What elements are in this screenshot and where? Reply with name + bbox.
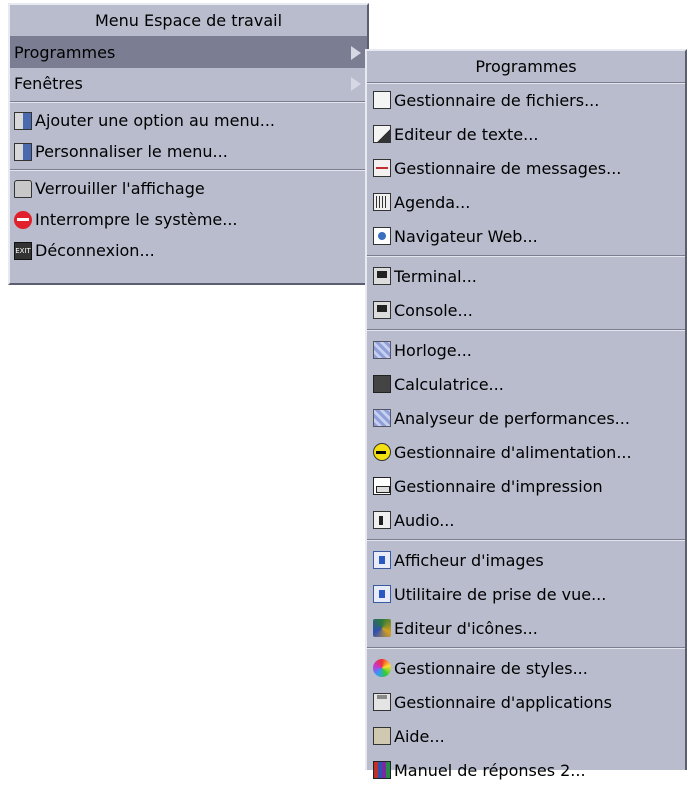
icon-editor-icon	[373, 619, 391, 637]
calendar-icon	[373, 193, 391, 211]
menu-item-clock[interactable]: Horloge...	[367, 333, 685, 367]
web-browser-icon	[373, 227, 391, 245]
menu-item-app-manager[interactable]: Gestionnaire d'applications	[367, 685, 685, 719]
menu-item-label: Audio...	[394, 510, 455, 530]
menu-item-answerbook[interactable]: Manuel de réponses 2...	[367, 753, 685, 787]
menu-item-print[interactable]: Gestionnaire d'impression	[367, 469, 685, 503]
menu-item-audio[interactable]: Audio...	[367, 503, 685, 537]
menu-item-style-manager[interactable]: Gestionnaire de styles...	[367, 651, 685, 685]
workspace-menu: Menu Espace de travail Programmes Fenêtr…	[8, 3, 369, 285]
menu-item-label: Navigateur Web...	[394, 226, 538, 246]
menu-separator	[367, 329, 685, 331]
menu-item-label: Déconnexion...	[35, 241, 155, 260]
printer-icon	[373, 477, 391, 495]
menu-item-performance[interactable]: Analyseur de performances...	[367, 401, 685, 435]
menu-item-power[interactable]: Gestionnaire d'alimentation...	[367, 435, 685, 469]
programmes-submenu-title: Programmes	[367, 51, 685, 83]
menu-item-text-editor[interactable]: Editeur de texte...	[367, 117, 685, 151]
menu-separator	[10, 101, 367, 103]
menu-item-file-manager[interactable]: Gestionnaire de fichiers...	[367, 83, 685, 117]
menu-separator	[10, 169, 367, 171]
style-manager-icon	[373, 659, 391, 677]
help-icon	[373, 727, 391, 745]
cascade-arrow-icon	[351, 76, 361, 91]
menu-item-label: Manuel de réponses 2...	[394, 760, 586, 780]
menu-edit-icon	[14, 111, 32, 130]
menu-item-web-browser[interactable]: Navigateur Web...	[367, 219, 685, 253]
clock-icon	[373, 341, 391, 359]
menu-item-label: Gestionnaire de fichiers...	[394, 90, 600, 110]
menu-item-label: Editeur d'icônes...	[394, 618, 538, 638]
menu-item-ajouter-option[interactable]: Ajouter une option au menu...	[10, 105, 367, 136]
menu-item-interrompre[interactable]: Interrompre le système...	[10, 204, 367, 235]
menu-item-label: Utilitaire de prise de vue...	[394, 584, 607, 604]
mail-icon	[373, 159, 391, 177]
calculator-icon	[373, 375, 391, 393]
menu-separator	[367, 255, 685, 257]
menu-item-icon-editor[interactable]: Editeur d'icônes...	[367, 611, 685, 645]
app-manager-icon	[373, 693, 391, 711]
menu-item-label: Gestionnaire d'alimentation...	[394, 442, 632, 462]
menu-item-calendar[interactable]: Agenda...	[367, 185, 685, 219]
menu-item-terminal[interactable]: Terminal...	[367, 259, 685, 293]
programmes-submenu: Programmes Gestionnaire de fichiers... E…	[365, 49, 687, 780]
menu-item-label: Gestionnaire de styles...	[394, 658, 588, 678]
menu-item-label: Verrouiller l'affichage	[35, 179, 205, 198]
menu-item-verrouiller[interactable]: Verrouiller l'affichage	[10, 173, 367, 204]
console-icon	[373, 301, 391, 319]
answerbook-icon	[373, 761, 391, 779]
cascade-arrow-icon	[351, 45, 361, 60]
snapshot-icon	[373, 585, 391, 603]
menu-item-console[interactable]: Console...	[367, 293, 685, 327]
lock-icon	[14, 179, 32, 198]
menu-item-label: Aide...	[394, 726, 445, 746]
audio-icon	[373, 511, 391, 529]
menu-item-label: Ajouter une option au menu...	[35, 111, 275, 130]
no-entry-icon	[14, 210, 32, 229]
menu-item-label: Programmes	[14, 43, 116, 62]
menu-item-label: Terminal...	[394, 266, 477, 286]
menu-item-label: Interrompre le système...	[35, 210, 238, 229]
menu-item-label: Afficheur d'images	[394, 550, 544, 570]
menu-item-image-viewer[interactable]: Afficheur d'images	[367, 543, 685, 577]
menu-item-label: Horloge...	[394, 340, 472, 360]
menu-item-mail[interactable]: Gestionnaire de messages...	[367, 151, 685, 185]
menu-item-deconnexion[interactable]: Déconnexion...	[10, 235, 367, 266]
menu-item-label: Editeur de texte...	[394, 124, 539, 144]
menu-item-label: Fenêtres	[14, 74, 83, 93]
menu-item-label: Gestionnaire d'impression	[394, 476, 603, 496]
menu-item-label: Agenda...	[394, 192, 471, 212]
menu-item-help[interactable]: Aide...	[367, 719, 685, 753]
workspace-menu-title: Menu Espace de travail	[10, 5, 367, 37]
terminal-icon	[373, 267, 391, 285]
menu-item-snapshot[interactable]: Utilitaire de prise de vue...	[367, 577, 685, 611]
menu-item-personnaliser[interactable]: Personnaliser le menu...	[10, 136, 367, 167]
menu-item-label: Personnaliser le menu...	[35, 142, 228, 161]
power-icon	[373, 443, 391, 461]
performance-icon	[373, 409, 391, 427]
file-manager-icon	[373, 91, 391, 109]
image-viewer-icon	[373, 551, 391, 569]
menu-item-programmes[interactable]: Programmes	[10, 37, 367, 68]
menu-separator	[367, 647, 685, 649]
exit-icon	[14, 241, 32, 260]
menu-item-label: Calculatrice...	[394, 374, 504, 394]
menu-item-label: Console...	[394, 300, 473, 320]
menu-item-label: Gestionnaire d'applications	[394, 692, 612, 712]
menu-item-calculator[interactable]: Calculatrice...	[367, 367, 685, 401]
menu-item-fenetres[interactable]: Fenêtres	[10, 68, 367, 99]
menu-edit-icon	[14, 142, 32, 161]
menu-item-label: Analyseur de performances...	[394, 408, 630, 428]
menu-item-label: Gestionnaire de messages...	[394, 158, 622, 178]
menu-separator	[367, 539, 685, 541]
text-editor-icon	[373, 125, 391, 143]
